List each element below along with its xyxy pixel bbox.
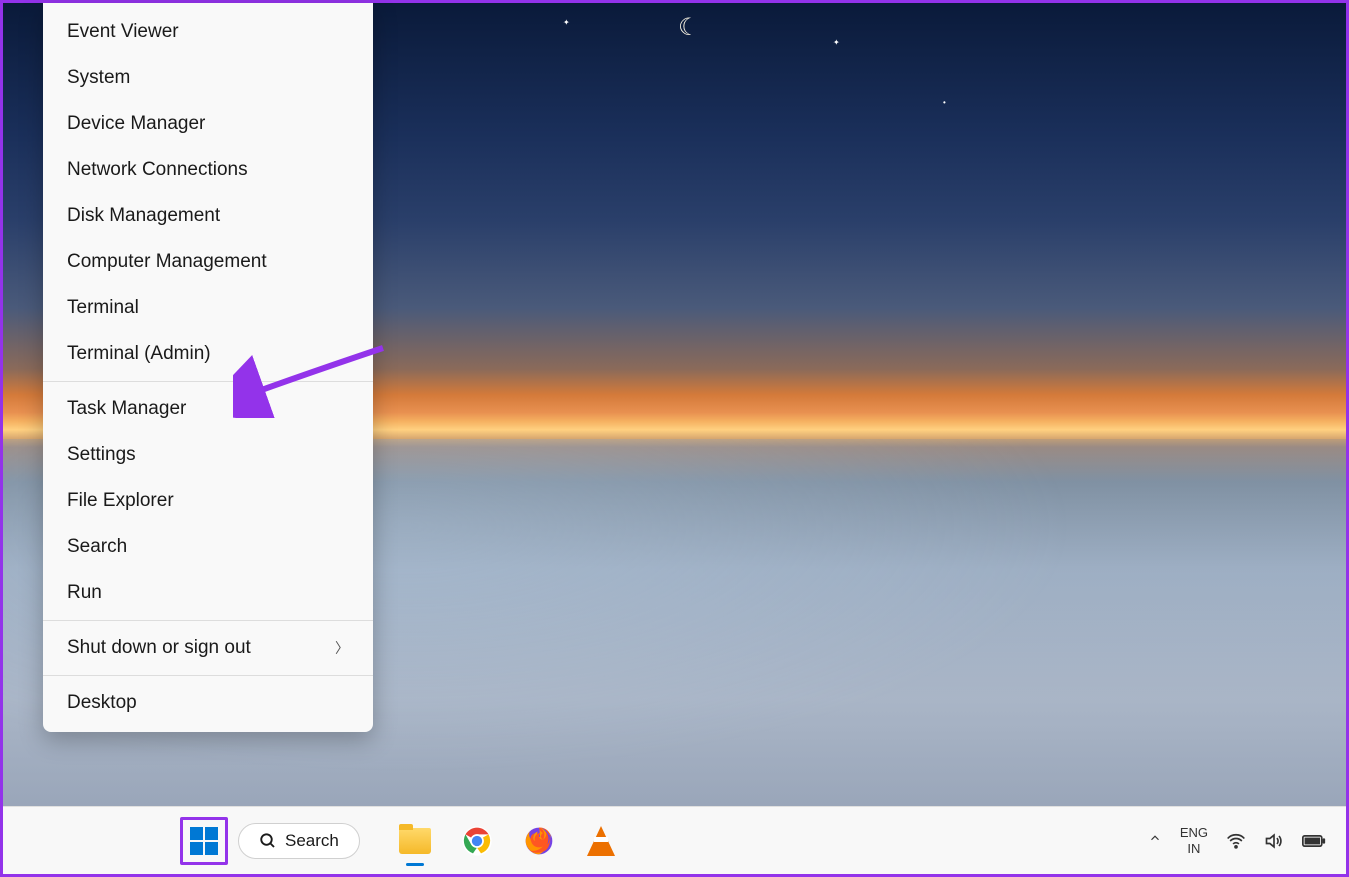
speaker-icon <box>1264 831 1284 851</box>
chrome-taskbar-icon[interactable] <box>460 824 494 858</box>
menu-item-device-manager[interactable]: Device Manager <box>43 101 373 147</box>
star-decoration: ✦ <box>833 38 840 47</box>
taskbar-search[interactable]: Search <box>238 823 360 859</box>
menu-item-search[interactable]: Search <box>43 524 373 570</box>
star-decoration: • <box>943 98 946 107</box>
chevron-right-icon: 〉 <box>335 638 349 658</box>
firefox-icon <box>523 825 555 857</box>
menu-item-run[interactable]: Run <box>43 570 373 616</box>
star-decoration: ✦ <box>563 18 570 27</box>
menu-item-terminal-admin[interactable]: Terminal (Admin) <box>43 331 373 377</box>
file-explorer-taskbar-icon[interactable] <box>398 824 432 858</box>
menu-divider <box>43 381 373 382</box>
taskbar: Search <box>3 806 1346 874</box>
menu-item-terminal[interactable]: Terminal <box>43 285 373 331</box>
menu-item-event-viewer[interactable]: Event Viewer <box>43 9 373 55</box>
start-button[interactable] <box>180 817 228 865</box>
menu-item-system[interactable]: System <box>43 55 373 101</box>
menu-item-settings[interactable]: Settings <box>43 432 373 478</box>
menu-item-computer-management[interactable]: Computer Management <box>43 239 373 285</box>
chevron-up-icon <box>1148 831 1162 845</box>
windows-logo-icon <box>190 827 218 855</box>
wifi-icon <box>1226 831 1246 851</box>
menu-item-disk-management[interactable]: Disk Management <box>43 193 373 239</box>
chrome-icon <box>461 825 493 857</box>
system-tray: ENG IN <box>1148 825 1334 856</box>
menu-item-task-manager[interactable]: Task Manager <box>43 386 373 432</box>
menu-item-network-connections[interactable]: Network Connections <box>43 147 373 193</box>
battery-icon <box>1302 833 1326 849</box>
moon-decoration: ☾ <box>678 13 702 37</box>
volume-tray-icon[interactable] <box>1264 831 1284 851</box>
tray-overflow-chevron[interactable] <box>1148 831 1162 850</box>
menu-item-shutdown[interactable]: Shut down or sign out 〉 <box>43 625 373 671</box>
battery-tray-icon[interactable] <box>1302 833 1326 849</box>
winx-context-menu: Event Viewer System Device Manager Netwo… <box>43 3 373 732</box>
search-icon <box>259 832 277 850</box>
vlc-icon <box>587 826 615 856</box>
firefox-taskbar-icon[interactable] <box>522 824 556 858</box>
vlc-taskbar-icon[interactable] <box>584 824 618 858</box>
menu-item-desktop[interactable]: Desktop <box>43 680 373 726</box>
menu-item-file-explorer[interactable]: File Explorer <box>43 478 373 524</box>
desktop-wallpaper[interactable]: ☾ ✦ ✦ • Event Viewer System Device Manag… <box>3 3 1346 874</box>
wifi-tray-icon[interactable] <box>1226 831 1246 851</box>
menu-divider <box>43 620 373 621</box>
language-indicator[interactable]: ENG IN <box>1180 825 1208 856</box>
active-indicator <box>406 863 424 866</box>
folder-icon <box>399 828 431 854</box>
menu-divider <box>43 675 373 676</box>
